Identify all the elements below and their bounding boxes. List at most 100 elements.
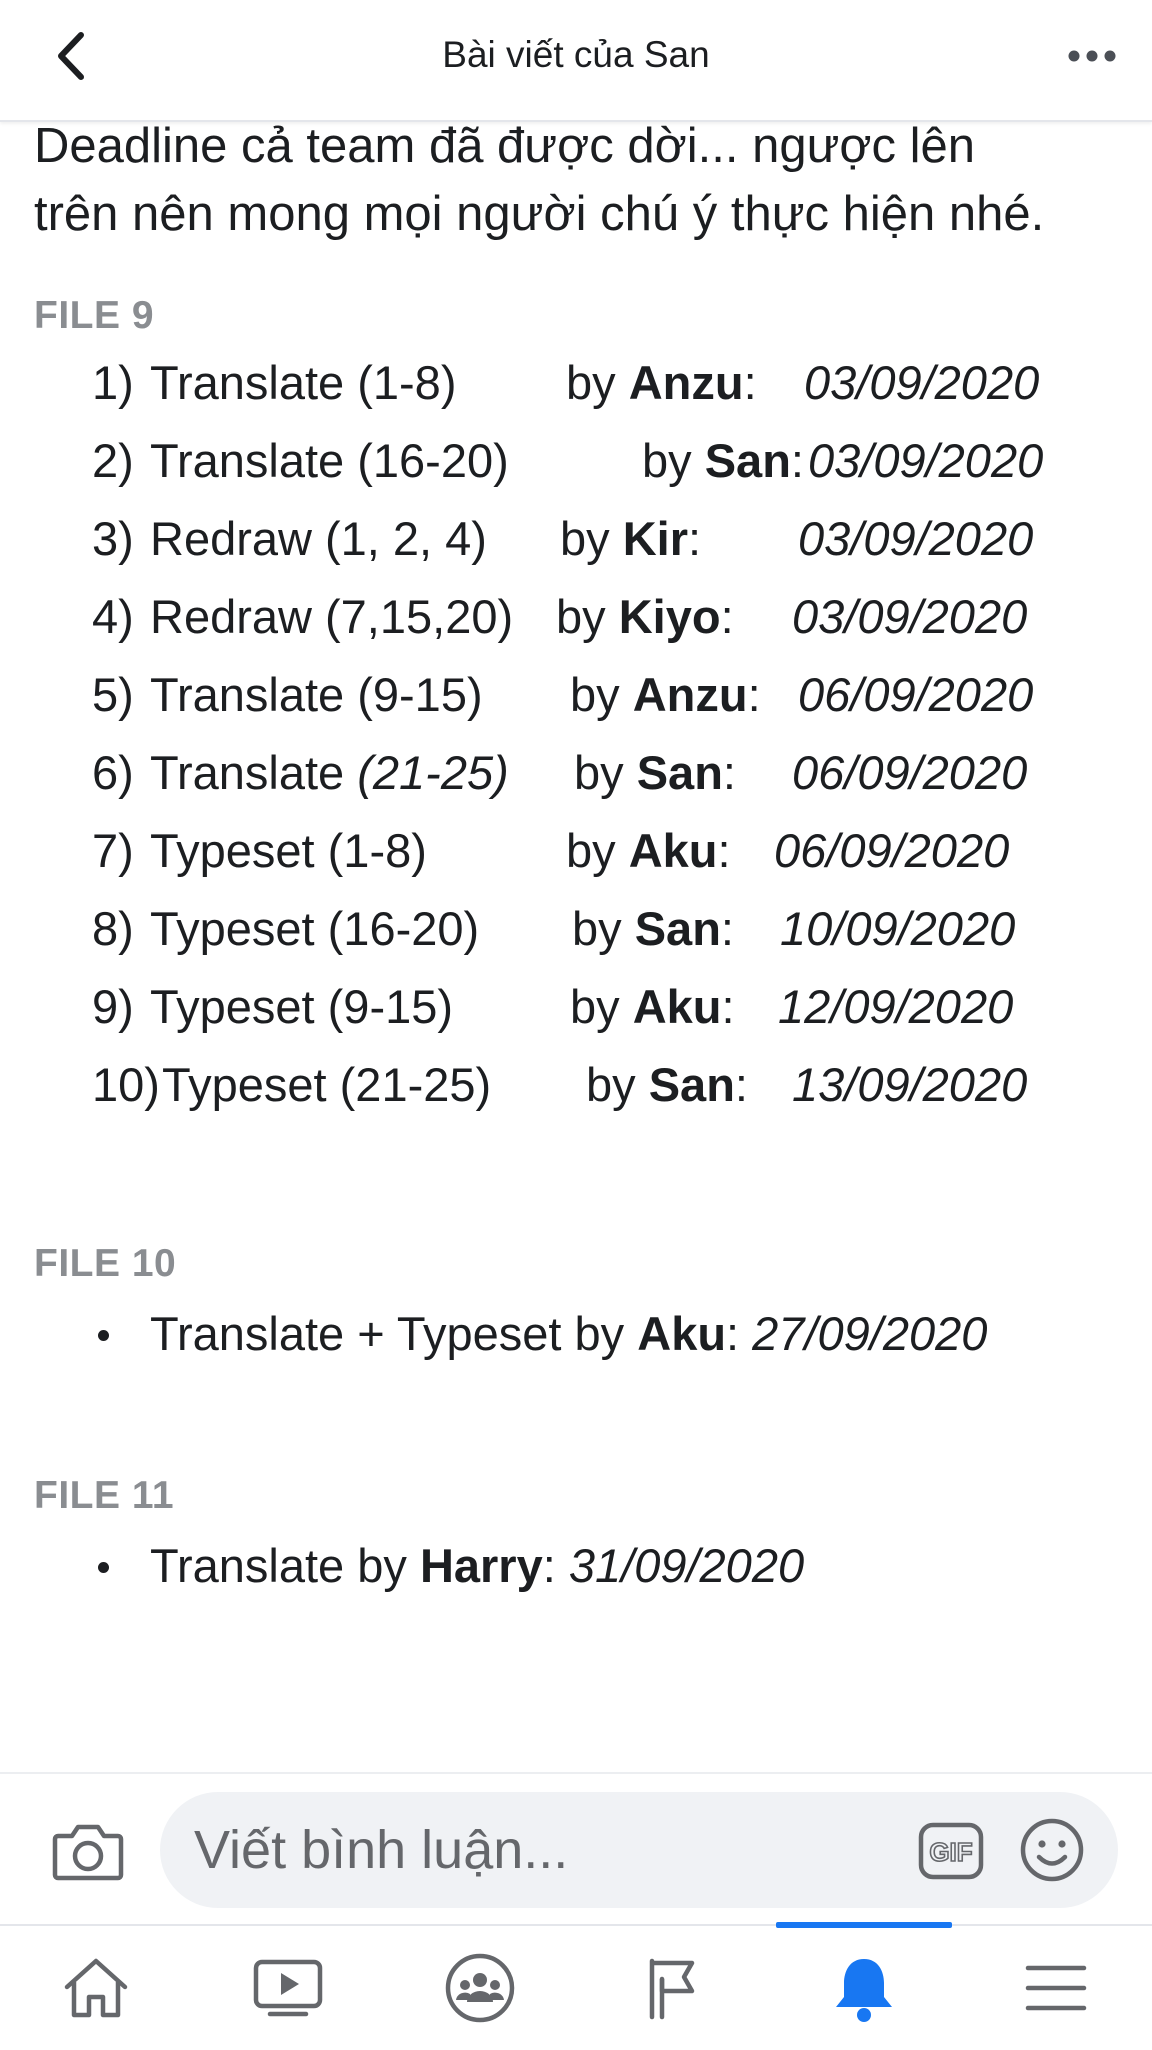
task-label: Translate (1-8) bbox=[150, 356, 457, 409]
list-item: Translate by Harry: 31/09/2020 bbox=[34, 1526, 1124, 1606]
assignee: by San: bbox=[586, 1046, 748, 1124]
menu-icon bbox=[1025, 1965, 1087, 2011]
more-options-button[interactable] bbox=[1056, 28, 1128, 84]
assignee: by San: bbox=[572, 890, 734, 968]
comment-composer: GIF bbox=[0, 1772, 1152, 1926]
colon: : bbox=[722, 746, 736, 799]
assignee-name: Kiyo bbox=[618, 590, 721, 643]
task-text: Translate + Typeset by bbox=[150, 1307, 638, 1360]
by-label: by bbox=[570, 980, 620, 1033]
assignee-name: San bbox=[634, 902, 721, 955]
task-row: 8) Typeset (16-20) by San: 10/09/2020 bbox=[34, 890, 1124, 968]
assignee-name: Anzu bbox=[628, 356, 744, 409]
task-text: Typeset (9-15) bbox=[150, 968, 453, 1046]
home-icon bbox=[64, 1958, 128, 2018]
by-label: by bbox=[586, 1058, 636, 1111]
gif-button[interactable]: GIF bbox=[918, 1822, 984, 1880]
active-tab-indicator bbox=[776, 1922, 952, 1928]
more-dots-icon bbox=[1068, 50, 1116, 62]
colon: : bbox=[688, 512, 702, 565]
task-row: 9) Typeset (9-15) by Aku: 12/09/2020 bbox=[34, 968, 1124, 1046]
task-row: 5) Translate (9-15) by Anzu: 06/09/2020 bbox=[34, 656, 1124, 734]
task-row: 4) Redraw (7,15,20) by Kiyo: 03/09/2020 bbox=[34, 578, 1124, 656]
assignee-name: Harry bbox=[419, 1539, 543, 1592]
bottom-navigation bbox=[0, 1924, 1152, 2050]
task-number: 1) bbox=[92, 356, 134, 409]
colon: : bbox=[542, 1539, 569, 1592]
deadline-date: 06/09/2020 bbox=[798, 668, 1034, 721]
task-number: 2) bbox=[92, 434, 134, 487]
task-text: Translate by bbox=[150, 1539, 420, 1592]
assignee-name: Aku bbox=[628, 824, 718, 877]
colon: : bbox=[726, 1307, 753, 1360]
task-text: Redraw (7,15,20) bbox=[150, 578, 513, 656]
task-number: 8) bbox=[92, 902, 134, 955]
task-label: Typeset (16-20) bbox=[150, 902, 480, 955]
task-number: 4) bbox=[92, 590, 134, 643]
deadline-date: 03/09/2020 bbox=[808, 434, 1044, 487]
nav-pages[interactable] bbox=[602, 1926, 742, 2050]
groups-icon bbox=[445, 1953, 515, 2023]
assignee-name: San bbox=[636, 746, 723, 799]
nav-notifications[interactable] bbox=[794, 1926, 934, 2050]
task-number: 7) bbox=[92, 824, 134, 877]
by-label: by bbox=[566, 356, 616, 409]
deadline-date: 27/09/2020 bbox=[752, 1307, 988, 1360]
notifications-bell-icon bbox=[836, 1959, 892, 2022]
colon: : bbox=[721, 980, 735, 1033]
by-label: by bbox=[556, 590, 606, 643]
deadline-date: 31/09/2020 bbox=[568, 1539, 805, 1592]
task-number: 9) bbox=[92, 980, 134, 1033]
assignee: by San: bbox=[574, 734, 736, 812]
camera-icon bbox=[52, 1824, 124, 1881]
deadline-date: 03/09/2020 bbox=[804, 356, 1040, 409]
task-text: Translate (21-25) bbox=[150, 734, 509, 812]
page-title: Bài viết của San bbox=[442, 34, 710, 75]
assignee: by Aku: bbox=[570, 968, 735, 1046]
task-number: 10) bbox=[92, 1058, 160, 1111]
task-number: 6) bbox=[92, 746, 134, 799]
assignee: by Kiyo: bbox=[556, 578, 734, 656]
deadline-date: 10/09/2020 bbox=[780, 902, 1016, 955]
deadline-date: 03/09/2020 bbox=[792, 590, 1028, 643]
task-text: Typeset (21-25) bbox=[162, 1046, 491, 1124]
bullet-dot bbox=[98, 1562, 109, 1573]
pages-flag-icon bbox=[649, 1958, 695, 2020]
by-label: by bbox=[560, 512, 610, 565]
smiley-icon bbox=[1020, 1818, 1084, 1882]
nav-menu[interactable] bbox=[986, 1926, 1126, 2050]
assignee: by Kir: bbox=[560, 500, 701, 578]
section-heading-file-10: FILE 10 bbox=[34, 1242, 177, 1285]
assignee-name: Anzu bbox=[632, 668, 748, 721]
by-label: by bbox=[574, 746, 624, 799]
colon: : bbox=[743, 356, 757, 409]
watch-icon bbox=[253, 1959, 323, 2017]
task-number: 3) bbox=[92, 512, 134, 565]
task-row: 7) Typeset (1-8) by Aku: 06/09/2020 bbox=[34, 812, 1124, 890]
task-row: 10) Typeset (21-25) by San: 13/09/2020 bbox=[34, 1046, 1124, 1124]
assignee-name: Aku bbox=[637, 1307, 727, 1360]
nav-watch[interactable] bbox=[218, 1926, 358, 2050]
emoji-button[interactable] bbox=[1018, 1816, 1086, 1884]
assignee-name: Kir bbox=[622, 512, 688, 565]
section-heading-file-9: FILE 9 bbox=[34, 294, 155, 337]
gif-icon: GIF bbox=[918, 1822, 984, 1880]
task-row: 6) Translate (21-25) by San: 06/09/2020 bbox=[34, 734, 1124, 812]
assignee: by Aku: bbox=[566, 812, 731, 890]
task-text: Translate (16-20) bbox=[150, 422, 509, 500]
task-range: (21-25) bbox=[357, 746, 509, 799]
colon: : bbox=[734, 1058, 748, 1111]
post-content: Deadline cả team đã được dời... ngược lê… bbox=[34, 112, 1124, 1606]
task-label: Typeset (1-8) bbox=[150, 824, 427, 877]
colon: : bbox=[720, 902, 734, 955]
camera-button[interactable] bbox=[52, 1818, 124, 1882]
assignee: by San: bbox=[642, 422, 804, 500]
deadline-date: 12/09/2020 bbox=[778, 980, 1014, 1033]
top-bar: Bài viết của San bbox=[0, 0, 1152, 122]
nav-home[interactable] bbox=[26, 1926, 166, 2050]
nav-groups[interactable] bbox=[410, 1926, 550, 2050]
task-row: 2) Translate (16-20) by San: 03/09/2020 bbox=[34, 422, 1124, 500]
task-text: Typeset (1-8) bbox=[150, 812, 427, 890]
task-number: 5) bbox=[92, 668, 134, 721]
colon: : bbox=[717, 824, 731, 877]
